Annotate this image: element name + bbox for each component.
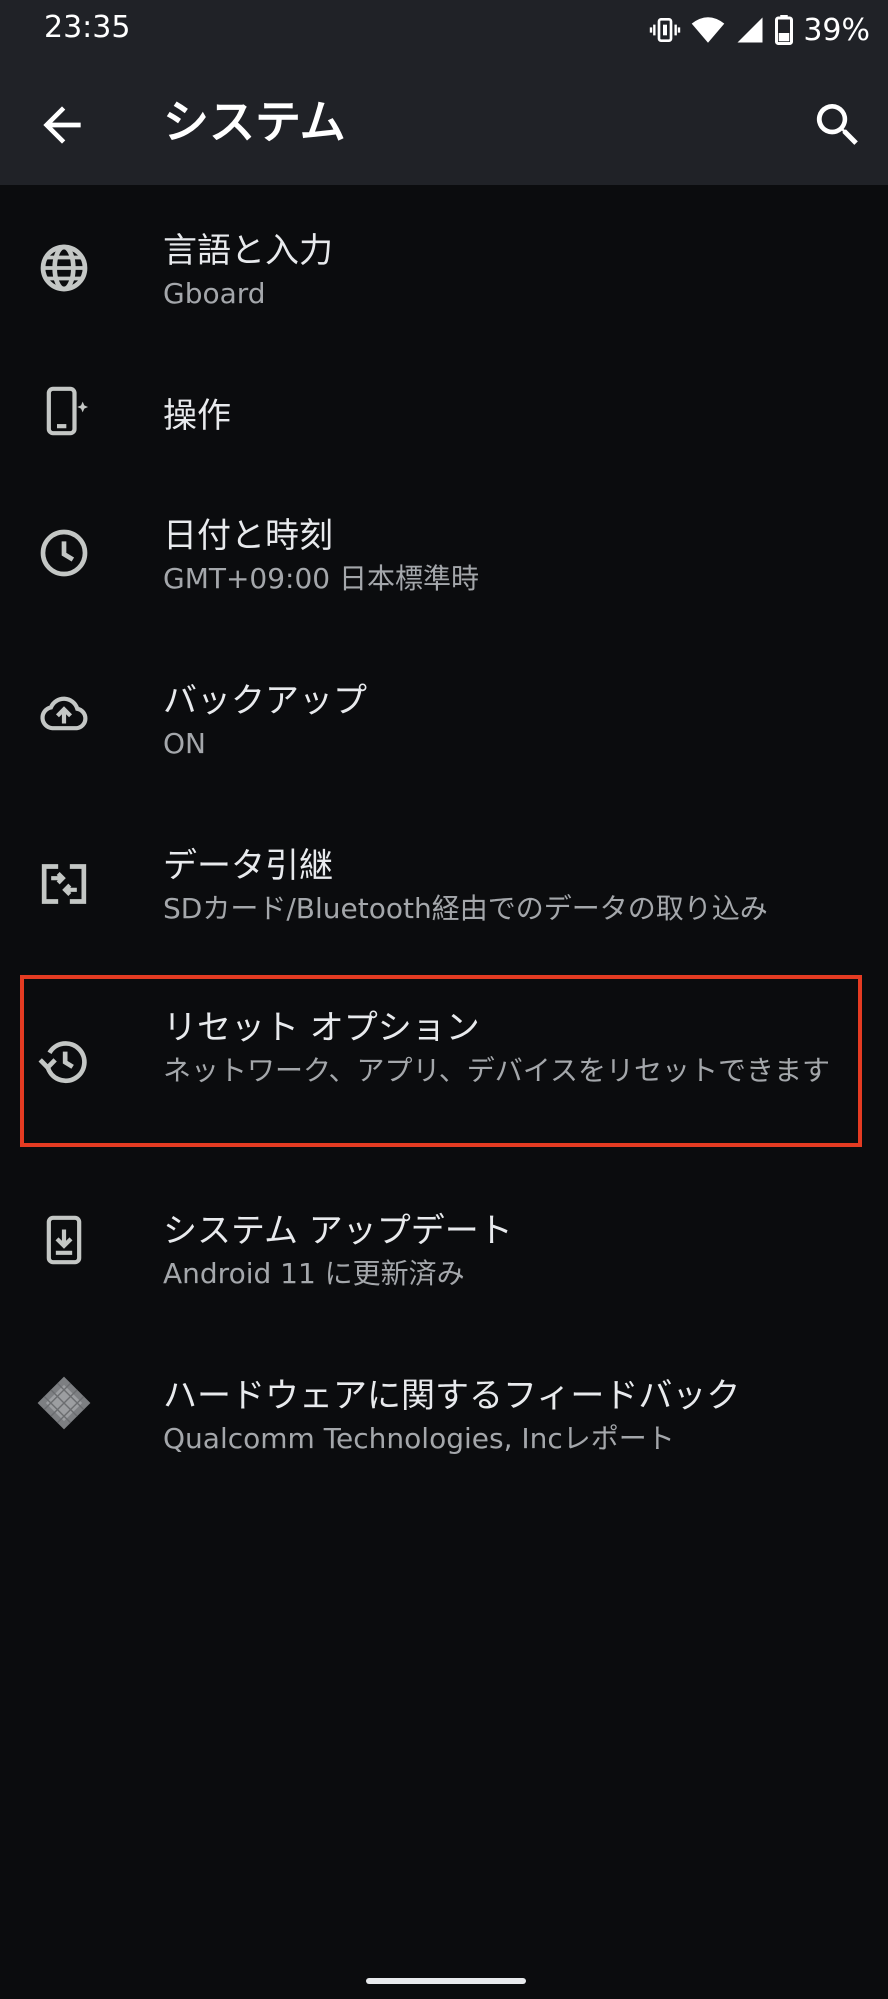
phone-gesture-icon <box>46 386 89 436</box>
item-summary: SDカード/Bluetooth経由でのデータの取り込み <box>163 892 768 925</box>
settings-item-data-transfer[interactable]: データ引継 SDカード/Bluetooth経由でのデータの取り込み <box>0 800 888 965</box>
gesture-nav-handle[interactable] <box>366 1978 526 1984</box>
history-icon <box>38 1041 87 1084</box>
item-title: システム アップデート <box>163 1211 513 1251</box>
settings-item-hardware-feedback[interactable]: ハードウェアに関するフィードバック Qualcomm Technologies,… <box>0 1325 888 1490</box>
battery-icon <box>775 15 794 45</box>
system-update-icon <box>46 1215 82 1265</box>
item-summary: Gboard <box>163 277 266 310</box>
data-transfer-icon <box>41 864 87 904</box>
battery-percentage: 39% <box>803 12 870 48</box>
status-bar: 23:35 39% <box>0 0 888 60</box>
settings-item-reset-options[interactable]: リセット オプション ネットワーク、アプリ、デバイスをリセットできます <box>0 975 888 1147</box>
back-button[interactable] <box>34 97 90 153</box>
item-title: 操作 <box>163 396 231 436</box>
signal-icon <box>737 17 763 43</box>
settings-item-date-time[interactable]: 日付と時刻 GMT+09:00 日本標準時 <box>0 470 888 635</box>
clock-icon <box>40 529 88 577</box>
arrow-back-icon <box>43 106 81 144</box>
search-icon <box>816 104 858 145</box>
globe-icon <box>40 244 88 292</box>
item-title: 言語と入力 <box>163 231 333 271</box>
item-summary: GMT+09:00 日本標準時 <box>163 562 480 595</box>
app-bar: システム <box>0 60 888 185</box>
item-title: バックアップ <box>163 681 367 721</box>
cloud-upload-icon <box>40 696 88 731</box>
item-title: データ引継 <box>163 846 333 886</box>
item-summary: ON <box>163 727 206 760</box>
item-title: リセット オプション <box>163 1008 480 1048</box>
settings-item-language-input[interactable]: 言語と入力 Gboard <box>0 185 888 350</box>
item-summary: Qualcomm Technologies, Incレポート <box>163 1422 675 1455</box>
chip-icon <box>37 1376 91 1430</box>
item-summary: Android 11 に更新済み <box>163 1257 465 1290</box>
page-title: システム <box>163 95 346 149</box>
item-title: ハードウェアに関するフィードバック <box>163 1376 741 1416</box>
item-title: 日付と時刻 <box>163 516 333 556</box>
status-time: 23:35 <box>44 10 131 45</box>
settings-item-system-update[interactable]: システム アップデート Android 11 に更新済み <box>0 1160 888 1325</box>
settings-item-backup[interactable]: バックアップ ON <box>0 635 888 800</box>
search-button[interactable] <box>810 97 866 153</box>
wifi-icon <box>692 17 725 43</box>
vibrate-icon <box>650 18 681 42</box>
status-icons: 39% <box>649 10 870 50</box>
item-summary: ネットワーク、アプリ、デバイスをリセットできます <box>163 1054 830 1087</box>
settings-item-gestures[interactable]: 操作 <box>0 350 888 470</box>
